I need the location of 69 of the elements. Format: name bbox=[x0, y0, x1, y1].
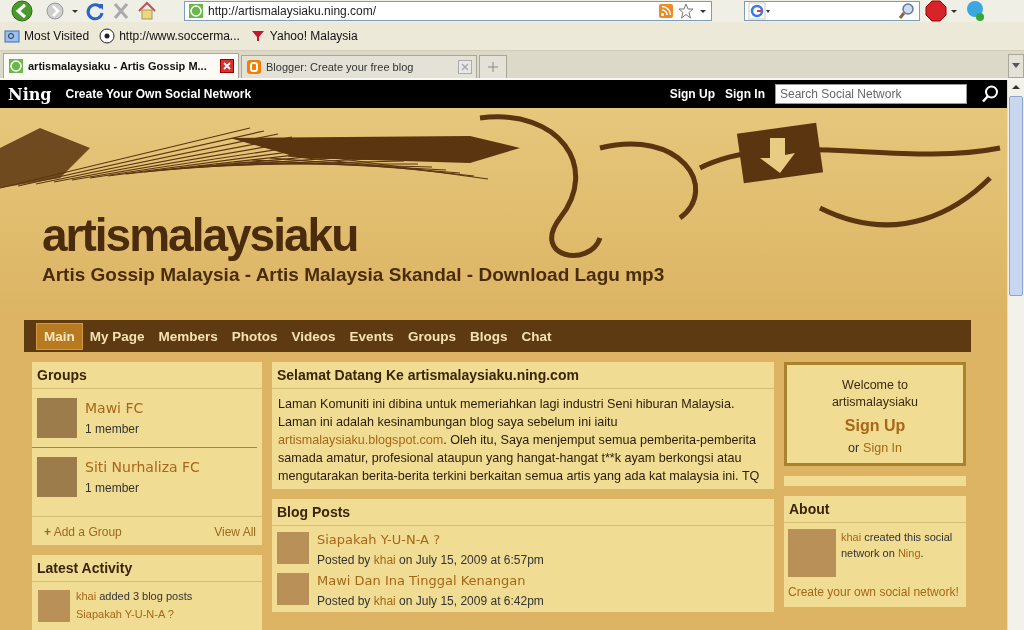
nav-tab[interactable]: Blogs bbox=[462, 323, 515, 349]
post-link[interactable]: Siapakah Y-U-N-A ? bbox=[76, 608, 193, 620]
site-subtitle: Artis Gossip Malaysia - Artis Malaysia Skandal - Download Lagu mp3 bbox=[42, 264, 665, 286]
panel-title: About bbox=[784, 496, 966, 523]
activity-text: khai added 3 blog posts bbox=[76, 590, 193, 602]
url-text: http://artismalaysiaku.ning.com/ bbox=[208, 4, 377, 18]
caret-icon bbox=[1012, 63, 1020, 69]
ning-logo[interactable]: Ning bbox=[8, 84, 52, 104]
browser-tab[interactable]: artismalaysiaku - Artis Gossip M... bbox=[3, 53, 239, 78]
user-link[interactable]: khai bbox=[841, 531, 862, 543]
welcome-text: Welcome to artismalaysiaku bbox=[830, 377, 920, 411]
member-count: 1 member bbox=[85, 481, 141, 495]
panel-title: Groups bbox=[32, 362, 262, 389]
folder-icon bbox=[4, 28, 20, 44]
panel-title: Selamat Datang Ke artismalaysiaku.ning.com bbox=[272, 362, 774, 389]
nav-tab[interactable]: Photos bbox=[224, 323, 285, 349]
post-meta: Posted by khai on July 15, 2009 at 6:57pm bbox=[317, 553, 544, 567]
globe-icon bbox=[188, 3, 204, 19]
site-title[interactable]: artismalaysiaku bbox=[42, 208, 665, 262]
nav-tab[interactable]: Videos bbox=[284, 323, 343, 349]
reload-icon[interactable] bbox=[84, 0, 106, 22]
google-icon[interactable] bbox=[748, 2, 770, 20]
account-link[interactable]: Sign In bbox=[725, 87, 765, 101]
user-link[interactable]: khai bbox=[76, 590, 97, 602]
nav-tab[interactable]: Groups bbox=[400, 323, 463, 349]
about-text: khai created this social network on Ning. bbox=[841, 530, 954, 561]
account-link[interactable]: Sign Up bbox=[669, 87, 715, 101]
avatar-placeholder bbox=[38, 590, 70, 622]
blogger-icon bbox=[246, 59, 262, 75]
avatar-placeholder bbox=[277, 532, 309, 564]
welcome-paragraph: Laman Komuniti ini dibina untuk memeriahkan lagi industri Seni hiburan Malaysia. Laman ini adalah kesinambungan blog saya sebelum ini iaitu artismalaysiaku.blogspot.com. Oleh itu, Saya menjemput semua pemberita-pemberita samada amatur, profesional ataupun yang hangat-hangat t**k ayam berkongsi atau mengutarakan berita-berita terkini berkaitan semua artis yang ada kat malaysia ini. TQ bbox=[277, 396, 761, 485]
nav-tab[interactable]: Events bbox=[342, 323, 401, 349]
rss-icon[interactable] bbox=[658, 3, 674, 19]
photo-placeholder bbox=[37, 398, 77, 438]
plus-icon bbox=[488, 62, 498, 72]
home-icon[interactable] bbox=[136, 0, 158, 22]
star-icon[interactable] bbox=[678, 3, 694, 19]
create-network-link[interactable]: Create your own social network! bbox=[784, 583, 966, 607]
globe-icon bbox=[8, 58, 24, 74]
panel-title: Blog Posts bbox=[272, 499, 774, 526]
nav-tab[interactable]: Chat bbox=[514, 323, 559, 349]
browser-tab[interactable]: Blogger: Create your free blog bbox=[241, 55, 477, 78]
nav-tab[interactable]: Members bbox=[151, 323, 225, 349]
bookmark-link[interactable]: Yahoo! Malaysia bbox=[249, 28, 358, 44]
avatar-placeholder bbox=[788, 529, 836, 577]
bookmark-link[interactable]: Most Visited bbox=[4, 28, 90, 44]
bookmark-link[interactable]: http://www.soccerma... bbox=[99, 28, 240, 44]
tab-list-button[interactable] bbox=[1008, 54, 1024, 78]
user-link[interactable]: khai bbox=[373, 553, 396, 567]
search-field[interactable]: Search Social Network bbox=[775, 84, 967, 104]
scrollbar-thumb[interactable] bbox=[1009, 96, 1023, 296]
close-icon[interactable] bbox=[220, 59, 234, 73]
or-text: or bbox=[847, 441, 860, 455]
sign-in-link[interactable]: Sign In bbox=[863, 441, 902, 455]
stop-sign-icon[interactable] bbox=[924, 0, 960, 22]
member-count: 1 member bbox=[85, 422, 141, 436]
address-bar[interactable]: http://artismalaysiaku.ning.com/ bbox=[184, 1, 712, 21]
avatar-placeholder bbox=[277, 573, 309, 605]
create-network-link[interactable]: Create Your Own Social Network bbox=[65, 87, 252, 101]
search-field[interactable] bbox=[744, 1, 920, 21]
ning-link[interactable]: Ning bbox=[897, 547, 921, 559]
view-all-link[interactable]: View All bbox=[214, 525, 256, 539]
add-group-link[interactable]: + Add a Group bbox=[44, 525, 122, 539]
user-link[interactable]: khai bbox=[373, 594, 396, 608]
panel-title: Latest Activity bbox=[32, 555, 262, 582]
search-icon[interactable] bbox=[981, 85, 999, 103]
photo-placeholder bbox=[37, 457, 77, 497]
post-meta: Posted by khai on July 15, 2009 at 6:42pm bbox=[317, 594, 544, 608]
nav-tab[interactable]: My Page bbox=[82, 323, 152, 349]
